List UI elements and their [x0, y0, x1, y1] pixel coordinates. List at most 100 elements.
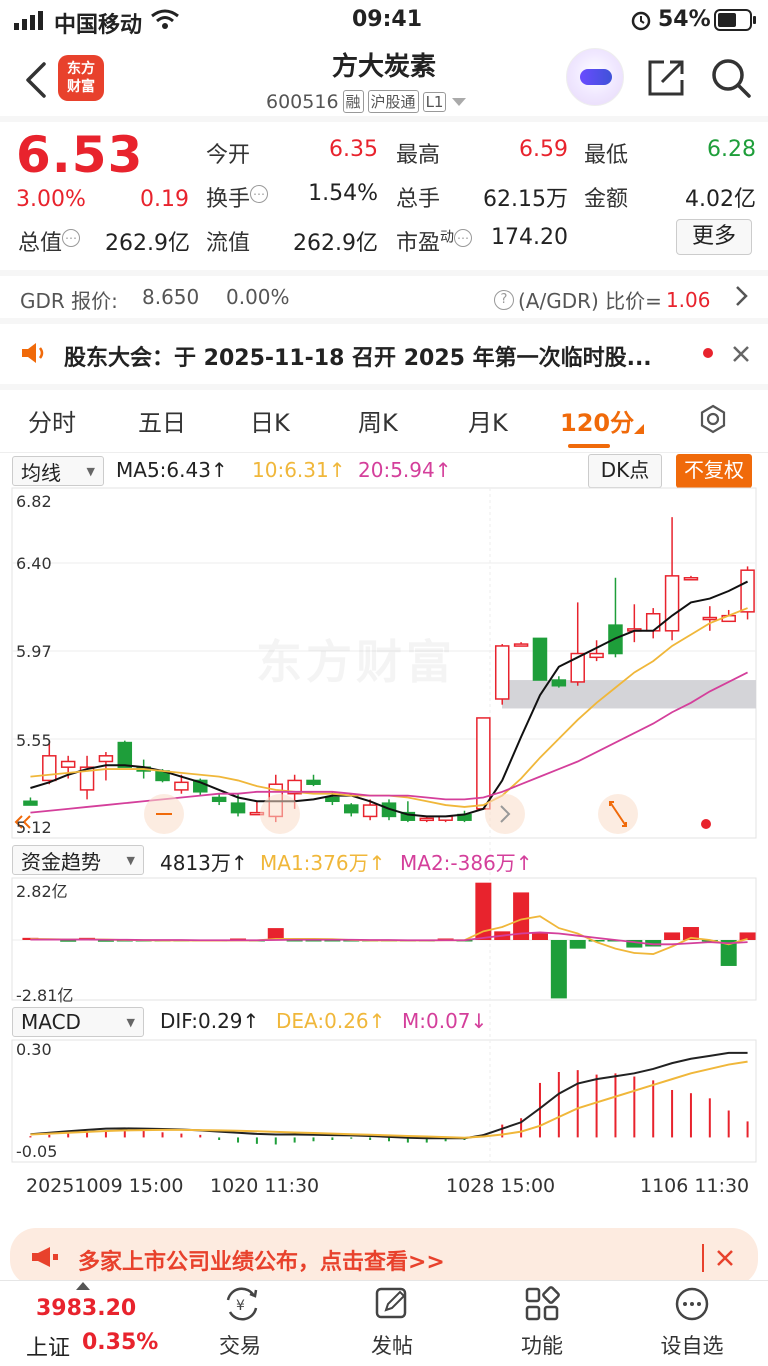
stock-code-line[interactable]: 600516 融 沪股通 L1: [266, 90, 468, 113]
float-label: 流值: [206, 231, 251, 256]
tag-connect: 沪股通: [367, 90, 419, 113]
fund-ma1: MA1:376万↑: [260, 851, 386, 875]
macd-axis-top: 0.30: [16, 1040, 52, 1059]
tab-five-day[interactable]: 五日: [138, 403, 186, 438]
wifi-icon: [151, 9, 179, 29]
y-tick: 5.55: [16, 731, 52, 750]
separator: [0, 318, 768, 324]
pe-label[interactable]: 市盈动 ⋯: [396, 225, 473, 257]
fund-ma2: MA2:-386万↑: [400, 851, 533, 875]
assistant-avatar[interactable]: [566, 48, 624, 106]
banner-text[interactable]: 多家上市公司业绩公布，点击查看>>: [78, 1244, 445, 1276]
candle-body: [230, 802, 246, 814]
signal-icon: [14, 11, 43, 30]
tab-intraday[interactable]: 分时: [28, 403, 76, 438]
amount-value: 4.02亿: [685, 187, 756, 212]
nav-functions[interactable]: 功能: [492, 1330, 592, 1360]
ma5-legend: MA5:6.43↑: [116, 458, 228, 482]
dropdown-arrow-icon: ▼: [126, 853, 135, 867]
turnover-label[interactable]: 换手 ⋯: [206, 181, 269, 213]
x-tick: 1106 11:30: [640, 1175, 750, 1197]
alarm-icon: [631, 11, 651, 31]
index-name: 上证: [26, 1336, 71, 1361]
candle-body: [664, 575, 680, 632]
nav-watchlist[interactable]: 设自选: [642, 1330, 742, 1360]
chevron-right-icon[interactable]: [734, 285, 750, 307]
low-value: 6.28: [707, 137, 756, 162]
unread-dot: [703, 348, 713, 358]
share-icon[interactable]: [646, 58, 686, 98]
change-percent: 3.00%: [16, 187, 86, 212]
up-arrow-icon: [76, 1282, 90, 1290]
candle-body: [683, 577, 699, 581]
tab-monthly-k[interactable]: 月K: [468, 403, 508, 438]
y-tick: 6.40: [16, 554, 52, 573]
fund-value: 4813万↑: [160, 851, 248, 875]
tag-margin: 融: [342, 90, 364, 113]
fund-bar: [739, 932, 756, 940]
chevron-down-icon: [452, 97, 467, 106]
tab-weekly-k[interactable]: 周K: [358, 403, 398, 438]
candle-body: [325, 796, 340, 803]
dropdown-arrow-icon: ▼: [126, 1015, 135, 1029]
fund-bar: [550, 940, 567, 999]
trade-icon[interactable]: ¥: [222, 1286, 262, 1322]
tab-daily-k[interactable]: 日K: [250, 403, 290, 438]
close-icon[interactable]: [732, 345, 750, 363]
battery-icon: [714, 9, 756, 31]
separator: [0, 270, 768, 276]
megaphone-icon: [32, 1247, 58, 1267]
volume-label: 总手: [396, 187, 441, 212]
candle-body: [740, 569, 755, 613]
gear-icon[interactable]: [698, 404, 728, 434]
fund-indicator-select[interactable]: 资金趋势 ▼: [12, 845, 144, 875]
macd-line-dif: [30, 1051, 748, 1140]
nav-trade[interactable]: 交易: [190, 1330, 290, 1360]
separator: [0, 384, 768, 390]
candle-body: [23, 800, 38, 806]
dropdown-arrow-icon: ▼: [86, 464, 95, 478]
candle-body: [532, 637, 548, 681]
close-icon[interactable]: [716, 1249, 734, 1267]
x-tick: 1028 15:00: [446, 1175, 556, 1197]
watchlist-icon[interactable]: [674, 1286, 710, 1322]
y-tick: 5.12: [16, 818, 52, 837]
status-time: 09:41: [352, 7, 423, 32]
fund-bar: [569, 940, 586, 949]
gdr-pct: 0.00%: [226, 285, 290, 309]
question-icon: ?: [494, 289, 514, 310]
speaker-icon: [22, 343, 44, 363]
gdr-ratio[interactable]: ? (A/GDR) 比价= 1.06: [494, 285, 710, 314]
volume-value: 62.15万: [483, 187, 568, 212]
y-tick: 5.97: [16, 642, 52, 661]
more-button[interactable]: 更多: [676, 219, 752, 255]
post-icon[interactable]: [374, 1286, 410, 1322]
dropdown-corner-icon: [634, 424, 644, 434]
macd-indicator-select[interactable]: MACD ▼: [12, 1007, 144, 1037]
battery-percent: 54%: [658, 7, 711, 32]
macd-dif: DIF:0.29↑: [160, 1009, 260, 1033]
nav-post[interactable]: 发帖: [342, 1330, 442, 1360]
macd-line-dea: [30, 1060, 748, 1139]
info-icon: ⋯: [454, 228, 473, 247]
low-label: 最低: [584, 143, 629, 168]
banner-divider: [702, 1244, 704, 1272]
mcap-label[interactable]: 总值 ⋯: [18, 225, 81, 257]
x-tick: 20251009 15:00: [26, 1175, 184, 1197]
search-icon[interactable]: [710, 57, 752, 99]
float-value: 262.9亿: [293, 231, 378, 256]
index-value[interactable]: 3983.20: [36, 1296, 136, 1321]
open-value: 6.35: [329, 137, 378, 162]
index-pct: 0.35%: [82, 1330, 159, 1355]
pe-value: 174.20: [491, 225, 568, 250]
tag-level: L1: [422, 91, 447, 112]
divider: [0, 452, 768, 453]
notice-text[interactable]: 股东大会：于 2025-11-18 召开 2025 年第一次临时股...: [64, 340, 652, 372]
ma10-legend: 10:6.31↑: [252, 458, 346, 482]
chart-area[interactable]: [0, 480, 768, 1205]
tab-120-min[interactable]: 120分: [560, 403, 634, 438]
candle-body: [419, 817, 434, 822]
fund-axis-top: 2.82亿: [16, 882, 68, 901]
last-price: 6.53: [16, 126, 144, 184]
functions-icon[interactable]: [524, 1286, 560, 1322]
